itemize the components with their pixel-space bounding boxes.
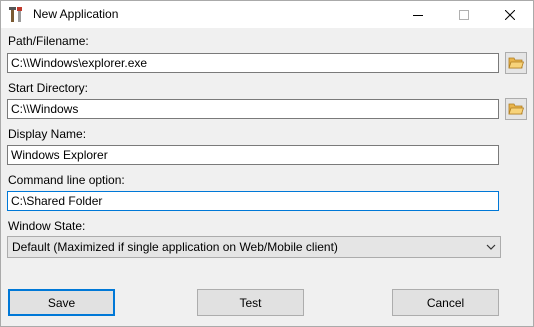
display-name-input[interactable] [7,145,499,165]
folder-open-icon [508,103,524,115]
save-button[interactable]: Save [8,289,115,316]
start-directory-input[interactable] [7,99,499,119]
minimize-button[interactable] [395,1,441,28]
path-input[interactable] [7,53,499,73]
close-icon [505,9,515,20]
command-line-input[interactable] [7,191,499,211]
path-label: Path/Filename: [8,34,89,48]
new-application-dialog: New Application Path/Filename: Start Dir… [0,0,534,327]
window-state-label: Window State: [8,219,86,233]
minimize-icon [413,14,423,16]
tools-icon [9,7,22,22]
window-state-select[interactable]: Default (Maximized if single application… [7,236,501,258]
maximize-icon [459,9,469,20]
maximize-button[interactable] [441,1,487,28]
test-button[interactable]: Test [197,289,304,316]
window-state-value: Default (Maximized if single application… [12,240,338,254]
display-name-label: Display Name: [8,127,87,141]
command-line-label: Command line option: [8,173,125,187]
window-title: New Application [33,7,119,21]
cancel-button[interactable]: Cancel [392,289,499,316]
chevron-down-icon [486,244,496,250]
close-button[interactable] [487,1,533,28]
folder-open-icon [508,57,524,69]
title-bar[interactable]: New Application [1,1,533,28]
browse-path-button[interactable] [505,52,527,74]
browse-start-directory-button[interactable] [505,98,527,120]
start-directory-label: Start Directory: [8,81,89,95]
